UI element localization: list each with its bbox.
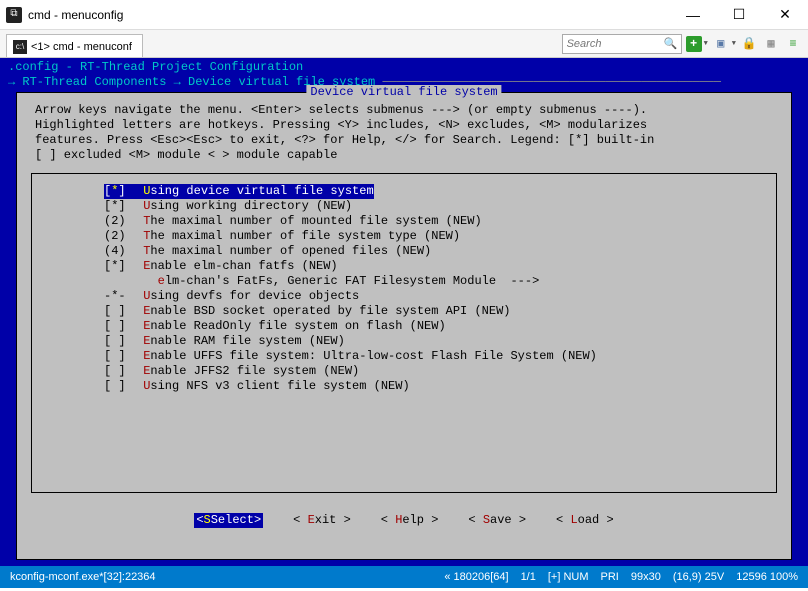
app-icon: ⧉ (6, 7, 22, 23)
tab-label: <1> cmd - menuconf (31, 41, 132, 53)
menu-item[interactable]: [ ] Using NFS v3 client file system (NEW… (32, 379, 776, 394)
menu-title: Device virtual file system (306, 85, 501, 100)
menu-item[interactable]: [ ] Enable JFFS2 file system (NEW) (32, 364, 776, 379)
menu-list: [*] Using device virtual file system[*] … (31, 173, 777, 493)
load-button[interactable]: < Load > (556, 513, 614, 528)
select-button[interactable]: <SSelect> (194, 513, 263, 528)
menu-item[interactable]: [ ] Enable ReadOnly file system on flash… (32, 319, 776, 334)
status-bar: kconfig-mconf.exe*[32]:22364 « 180206[64… (0, 566, 808, 588)
menu-item[interactable]: [*] Using device virtual file system (104, 184, 374, 199)
help-text: Arrow keys navigate the menu. <Enter> se… (17, 93, 791, 167)
menu-item[interactable]: [ ] Enable RAM file system (NEW) (32, 334, 776, 349)
config-header: .config - RT-Thread Project Configuratio… (0, 58, 808, 75)
maximize-button[interactable]: ☐ (716, 0, 762, 30)
status-item: PRI (601, 571, 619, 583)
minimize-button[interactable]: — (670, 0, 716, 30)
save-button[interactable]: < Save > (468, 513, 526, 528)
new-tab-dropdown[interactable]: ▼ (704, 40, 708, 48)
menu-item[interactable]: [ ] Enable BSD socket operated by file s… (32, 304, 776, 319)
window-titlebar: ⧉ cmd - menuconfig — ☐ ✕ (0, 0, 808, 30)
window-title: cmd - menuconfig (28, 8, 670, 22)
status-item: 99x30 (631, 571, 661, 583)
menu-item[interactable]: [ ] Enable UFFS file system: Ultra-low-c… (32, 349, 776, 364)
status-item: 1/1 (521, 571, 536, 583)
search-icon[interactable]: 🔍 (664, 37, 678, 51)
tab-bar: c:\ <1> cmd - menuconf 🔍 + ▼ ▣ ▼ 🔒 ▦ ≡ (0, 30, 808, 58)
exit-button[interactable]: < Exit > (293, 513, 351, 528)
console-icon: c:\ (13, 40, 27, 54)
status-item: (16,9) 25V (673, 571, 724, 583)
menu-item[interactable]: (2) The maximal number of file system ty… (32, 229, 776, 244)
terminal-area: .config - RT-Thread Project Configuratio… (0, 58, 808, 566)
toolbar-dropdown[interactable]: ▼ (732, 40, 736, 48)
lock-icon[interactable]: 🔒 (740, 35, 758, 53)
button-row: <SSelect> < Exit > < Help > < Save > < L… (17, 513, 791, 528)
tab-cmd[interactable]: c:\ <1> cmd - menuconf (6, 34, 143, 57)
grid-icon[interactable]: ▦ (762, 35, 780, 53)
menu-item[interactable]: (2) The maximal number of mounted file s… (32, 214, 776, 229)
menu-item[interactable]: [*] Enable elm-chan fatfs (NEW) (32, 259, 776, 274)
toolbar-windows-icon[interactable]: ▣ (712, 35, 730, 53)
status-item: [+] NUM (548, 571, 589, 583)
menu-item[interactable]: (4) The maximal number of opened files (… (32, 244, 776, 259)
menu-item[interactable]: -*- Using devfs for device objects (32, 289, 776, 304)
help-button[interactable]: < Help > (381, 513, 439, 528)
new-tab-button[interactable]: + (686, 36, 702, 52)
menu-item[interactable]: elm-chan's FatFs, Generic FAT Filesystem… (32, 274, 776, 289)
close-button[interactable]: ✕ (762, 0, 808, 30)
status-item: « 180206[64] (444, 571, 508, 583)
menu-item[interactable]: [*] Using working directory (NEW) (32, 199, 776, 214)
menu-icon[interactable]: ≡ (784, 35, 802, 53)
status-item: 12596 100% (736, 571, 798, 583)
status-right: « 180206[64] 1/1 [+] NUM PRI 99x30 (16,9) 25V… (444, 571, 798, 583)
menu-box: Device virtual file system Arrow keys na… (16, 92, 792, 560)
status-left: kconfig-mconf.exe*[32]:22364 (10, 571, 444, 583)
search-wrap: 🔍 (562, 34, 682, 54)
